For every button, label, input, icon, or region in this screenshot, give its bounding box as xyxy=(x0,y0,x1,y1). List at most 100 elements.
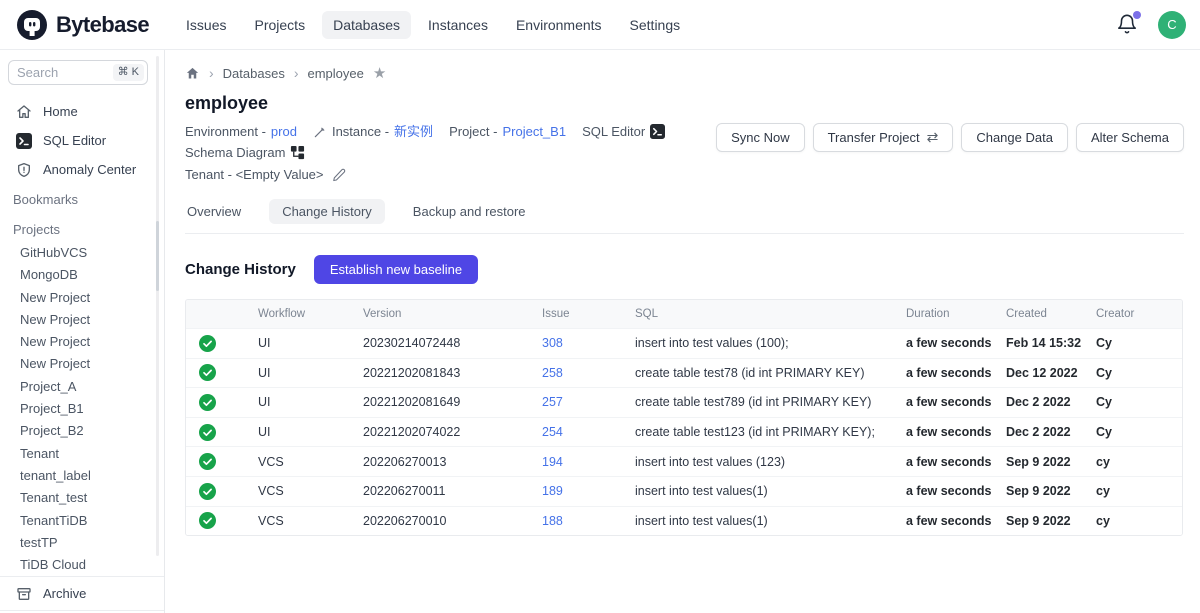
sidebar-project-githubvcs[interactable]: GitHubVCS xyxy=(20,242,164,264)
instance-link[interactable]: 新实例 xyxy=(394,121,433,142)
issue-link[interactable]: 258 xyxy=(542,366,563,380)
meta-tenant: Tenant - <Empty Value> xyxy=(185,164,346,185)
cell-duration: a few seconds xyxy=(906,366,1006,380)
cell-sql: create table test123 (id int PRIMARY KEY… xyxy=(635,425,906,439)
sidebar-item-archive[interactable]: Archive xyxy=(0,577,164,610)
sidebar-project-tenant_label[interactable]: tenant_label xyxy=(20,465,164,487)
sidebar-project-new-project[interactable]: New Project xyxy=(20,353,164,375)
cell-workflow: VCS xyxy=(258,455,363,469)
sidebar-project-new-project[interactable]: New Project xyxy=(20,309,164,331)
meta-instance: Instance - 新实例 xyxy=(313,121,433,142)
issue-link[interactable]: 308 xyxy=(542,336,563,350)
change-history-header: Change History Establish new baseline xyxy=(185,255,1184,284)
nav-item-projects[interactable]: Projects xyxy=(244,11,317,39)
alter-schema-button[interactable]: Alter Schema xyxy=(1076,123,1184,152)
issue-link[interactable]: 188 xyxy=(542,514,563,528)
section-title: Change History xyxy=(185,261,296,278)
sync-now-button[interactable]: Sync Now xyxy=(716,123,805,152)
cell-sql: insert into test values(1) xyxy=(635,514,906,528)
tab-change-history[interactable]: Change History xyxy=(269,199,385,224)
sql-editor-terminal-icon[interactable] xyxy=(650,124,665,139)
sidebar-project-tidb-cloud[interactable]: TiDB Cloud xyxy=(20,554,164,576)
sidebar-project-project_b2[interactable]: Project_B2 xyxy=(20,420,164,442)
table-row: UI20230214072448308insert into test valu… xyxy=(186,328,1182,358)
sidebar-item-sql-editor[interactable]: SQL Editor xyxy=(0,126,164,155)
bytebase-logo-icon xyxy=(16,9,48,41)
meta-schema-diagram[interactable]: Schema Diagram xyxy=(185,142,305,163)
cell-sql: create table test789 (id int PRIMARY KEY… xyxy=(635,395,906,409)
issue-link[interactable]: 257 xyxy=(542,395,563,409)
sidebar-nav: Home SQL Editor Anomaly Center xyxy=(0,97,164,184)
cell-creator: Cy xyxy=(1096,395,1182,409)
meta-sql-editor[interactable]: SQL Editor xyxy=(582,121,665,142)
tab-overview[interactable]: Overview xyxy=(185,199,243,224)
cell-workflow: UI xyxy=(258,395,363,409)
meta-project: Project - Project_B1 xyxy=(449,121,566,142)
sidebar-project-testtp[interactable]: testTP xyxy=(20,532,164,554)
sidebar-item-label: Anomaly Center xyxy=(43,162,136,177)
column-header-workflow: Workflow xyxy=(258,308,363,320)
breadcrumb-home-icon[interactable] xyxy=(185,66,200,81)
cell-version: 20221202081843 xyxy=(363,366,542,380)
sidebar-project-tenanttidb[interactable]: TenantTiDB xyxy=(20,510,164,532)
cell-duration: a few seconds xyxy=(906,425,1006,439)
breadcrumb-employee[interactable]: employee xyxy=(308,66,364,81)
cell-status xyxy=(186,424,258,441)
sidebar-project-project_a[interactable]: Project_A xyxy=(20,376,164,398)
sidebar-item-anomaly-center[interactable]: Anomaly Center xyxy=(0,155,164,184)
sidebar-item-label: SQL Editor xyxy=(43,133,106,148)
sidebar-scrollbar[interactable] xyxy=(156,56,159,556)
cell-creator: Cy xyxy=(1096,366,1182,380)
environment-label: Environment - xyxy=(185,121,266,142)
column-header-created: Created xyxy=(1006,308,1096,320)
table-header-row: WorkflowVersionIssueSQLDurationCreatedCr… xyxy=(186,300,1182,328)
navbar-right: C xyxy=(1116,11,1186,39)
cell-created: Dec 12 2022 xyxy=(1006,366,1096,380)
breadcrumb-databases[interactable]: Databases xyxy=(223,66,285,81)
cell-workflow: UI xyxy=(258,425,363,439)
notification-dot xyxy=(1133,11,1141,19)
issue-link[interactable]: 254 xyxy=(542,425,563,439)
nav-item-issues[interactable]: Issues xyxy=(175,11,237,39)
change-data-button[interactable]: Change Data xyxy=(961,123,1068,152)
sidebar-project-project_b1[interactable]: Project_B1 xyxy=(20,398,164,420)
action-buttons: Sync Now Transfer Project⇄Change Data Alte… xyxy=(716,123,1184,152)
status-success-icon xyxy=(199,364,216,381)
sidebar-project-new-project[interactable]: New Project xyxy=(20,331,164,353)
nav-item-environments[interactable]: Environments xyxy=(505,11,613,39)
environment-link[interactable]: prod xyxy=(271,121,297,142)
notifications-button[interactable] xyxy=(1116,13,1140,37)
cell-workflow: UI xyxy=(258,336,363,350)
edit-pencil-icon[interactable] xyxy=(332,168,346,182)
cell-version: 20221202081649 xyxy=(363,395,542,409)
scrollbar-thumb[interactable] xyxy=(156,221,159,291)
schema-diagram-icon[interactable] xyxy=(290,145,305,160)
cell-status xyxy=(186,512,258,529)
nav-item-instances[interactable]: Instances xyxy=(417,11,499,39)
issue-link[interactable]: 194 xyxy=(542,455,563,469)
tenant-label: Tenant - <Empty Value> xyxy=(185,164,324,185)
sidebar-project-new-project[interactable]: New Project xyxy=(20,287,164,309)
nav-item-settings[interactable]: Settings xyxy=(619,11,692,39)
transfer-project-button[interactable]: Transfer Project⇄ xyxy=(813,123,954,152)
cell-duration: a few seconds xyxy=(906,455,1006,469)
establish-baseline-button[interactable]: Establish new baseline xyxy=(314,255,478,284)
table-row: VCS202206270010188insert into test value… xyxy=(186,506,1182,536)
project-link[interactable]: Project_B1 xyxy=(502,121,566,142)
main-content: › Databases › employee ★ employee Enviro… xyxy=(165,50,1200,613)
sidebar-item-home[interactable]: Home xyxy=(0,97,164,126)
bytebase-logo[interactable]: Bytebase xyxy=(16,9,149,41)
status-success-icon xyxy=(199,453,216,470)
sidebar-project-tenant_test[interactable]: Tenant_test xyxy=(20,487,164,509)
breadcrumb-separator: › xyxy=(209,65,214,81)
instance-label: Instance - xyxy=(332,121,389,142)
status-success-icon xyxy=(199,394,216,411)
bookmark-star-icon[interactable]: ★ xyxy=(373,66,386,81)
sidebar-project-tenant[interactable]: Tenant xyxy=(20,443,164,465)
project-label: Project - xyxy=(449,121,497,142)
issue-link[interactable]: 189 xyxy=(542,484,563,498)
nav-item-databases[interactable]: Databases xyxy=(322,11,411,39)
avatar[interactable]: C xyxy=(1158,11,1186,39)
sidebar-project-mongodb[interactable]: MongoDB xyxy=(20,264,164,286)
tab-backup-and-restore[interactable]: Backup and restore xyxy=(411,199,528,224)
